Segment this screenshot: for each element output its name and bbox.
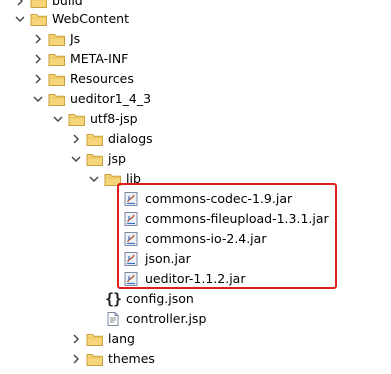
folder-icon xyxy=(48,71,66,87)
tree-item-resources[interactable]: Resources xyxy=(0,69,391,89)
tree-item-jar[interactable]: commons-fileupload-1.3.1.jar xyxy=(0,209,391,229)
folder-icon xyxy=(48,51,66,67)
tree-item-jar[interactable]: ueditor-1.1.2.jar xyxy=(0,269,391,289)
folder-icon xyxy=(68,111,86,127)
tree-item-themes[interactable]: themes xyxy=(0,349,391,369)
tree-item-webcontent[interactable]: WebContent xyxy=(0,9,391,29)
folder-icon xyxy=(86,151,104,167)
tree-item-label: commons-io-2.4.jar xyxy=(145,231,267,246)
folder-icon xyxy=(30,0,48,9)
tree-item-label: dialogs xyxy=(108,131,153,146)
tree-item-label: config.json xyxy=(126,291,194,306)
tree-item-lang[interactable]: lang xyxy=(0,329,391,349)
tree-item-jsp[interactable]: jsp xyxy=(0,149,391,169)
chevron-down-icon[interactable] xyxy=(14,13,26,25)
tree-item-label: json.jar xyxy=(145,251,191,266)
chevron-right-icon[interactable] xyxy=(70,133,82,145)
tree-item-label: commons-fileupload-1.3.1.jar xyxy=(145,211,329,226)
jar-icon xyxy=(122,251,140,267)
tree-item-label: lang xyxy=(108,331,135,346)
jar-icon xyxy=(122,191,140,207)
chevron-right-icon[interactable] xyxy=(70,353,82,365)
tree-item-lib[interactable]: lib xyxy=(0,169,391,189)
tree-item-label: META-INF xyxy=(70,51,129,66)
tree-item-config-json[interactable]: {} config.json xyxy=(0,289,391,309)
folder-icon xyxy=(86,331,104,347)
tree-item-label: lib xyxy=(126,171,141,186)
folder-icon xyxy=(86,351,104,367)
tree-item-label: utf8-jsp xyxy=(90,111,138,126)
tree-item-label: Resources xyxy=(70,71,134,86)
tree-item-label: jsp xyxy=(108,151,126,166)
tree-item-label: ueditor-1.1.2.jar xyxy=(145,271,246,286)
folder-icon xyxy=(30,11,48,27)
jsp-file-icon xyxy=(104,311,122,327)
tree-item-label: controller.jsp xyxy=(126,311,207,326)
tree-item-jar[interactable]: commons-io-2.4.jar xyxy=(0,229,391,249)
chevron-down-icon[interactable] xyxy=(88,173,100,185)
project-explorer-tree: build WebContent Js META-INF Resources u… xyxy=(0,0,391,374)
tree-item-utf8-jsp[interactable]: utf8-jsp xyxy=(0,109,391,129)
folder-icon xyxy=(104,171,122,187)
tree-item-controller-jsp[interactable]: controller.jsp xyxy=(0,309,391,329)
tree-item-label: themes xyxy=(108,351,155,366)
folder-icon xyxy=(86,131,104,147)
chevron-right-icon[interactable] xyxy=(32,73,44,85)
chevron-down-icon[interactable] xyxy=(52,113,64,125)
jar-icon xyxy=(122,271,140,287)
tree-item-label: commons-codec-1.9.jar xyxy=(145,191,293,206)
folder-icon xyxy=(48,31,66,47)
chevron-right-icon[interactable] xyxy=(70,333,82,345)
tree-item-meta-inf[interactable]: META-INF xyxy=(0,49,391,69)
folder-icon xyxy=(48,91,66,107)
chevron-right-icon[interactable] xyxy=(32,53,44,65)
tree-item-js[interactable]: Js xyxy=(0,29,391,49)
tree-item-jar[interactable]: json.jar xyxy=(0,249,391,269)
chevron-down-icon[interactable] xyxy=(70,153,82,165)
jar-icon xyxy=(122,231,140,247)
tree-item-ueditor[interactable]: ueditor1_4_3 xyxy=(0,89,391,109)
jar-icon xyxy=(122,211,140,227)
chevron-down-icon[interactable] xyxy=(32,93,44,105)
chevron-right-icon[interactable] xyxy=(14,0,26,7)
json-file-icon: {} xyxy=(104,290,122,308)
tree-item-dialogs[interactable]: dialogs xyxy=(0,129,391,149)
chevron-right-icon[interactable] xyxy=(32,33,44,45)
tree-item-label: WebContent xyxy=(52,11,129,26)
tree-item-label: ueditor1_4_3 xyxy=(70,91,152,106)
tree-item-label: Js xyxy=(70,31,81,46)
tree-item-jar[interactable]: commons-codec-1.9.jar xyxy=(0,189,391,209)
